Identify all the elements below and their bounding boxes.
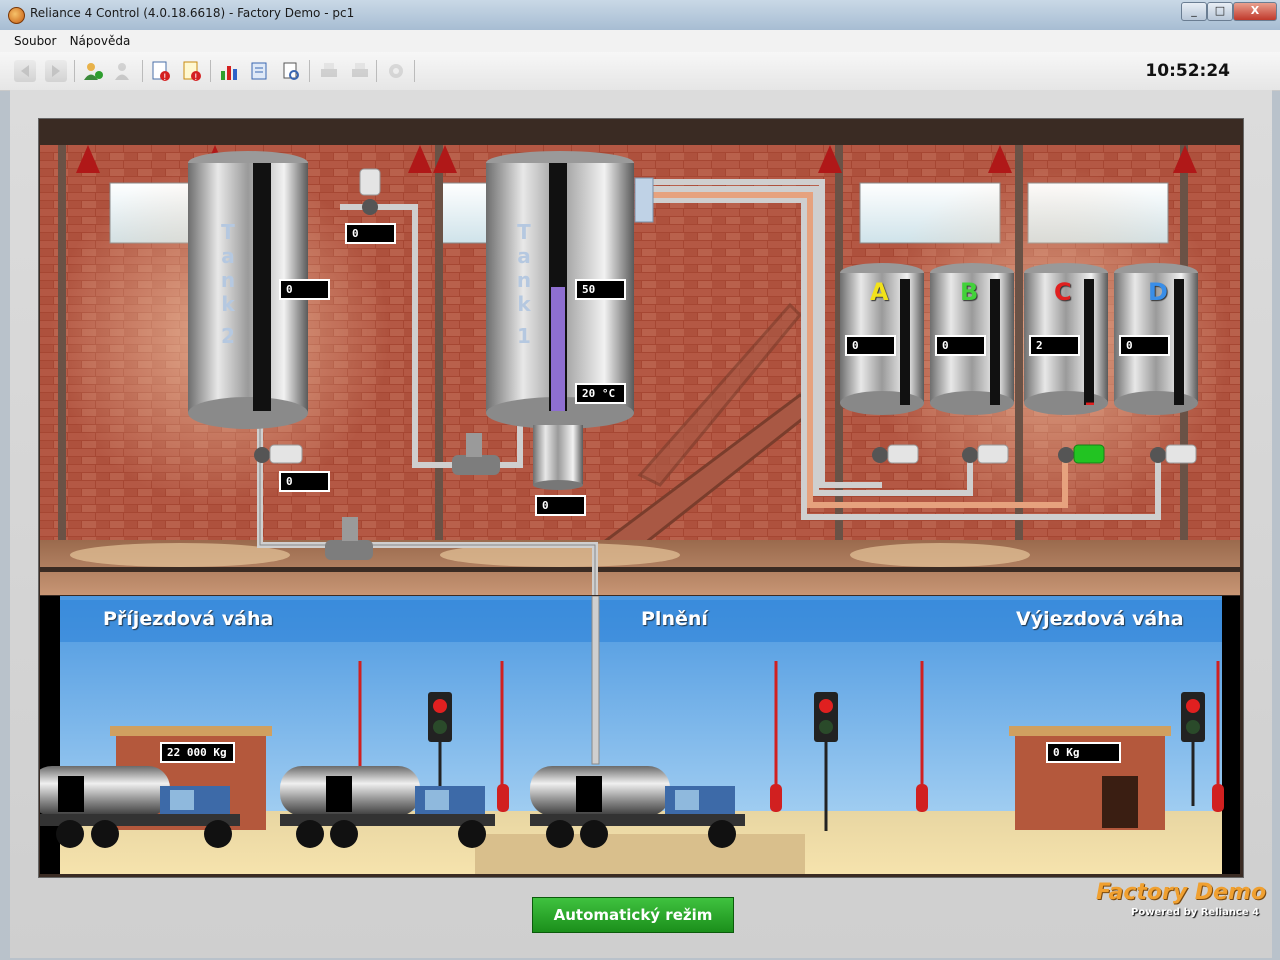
user-login-icon[interactable]: [82, 60, 104, 82]
valve-c[interactable]: [1058, 444, 1105, 464]
tank1-temperature-display: 20 °C: [575, 383, 626, 404]
toolbar-separator: [210, 60, 211, 82]
clock: 10:52:24: [1145, 61, 1230, 81]
tank-b-display: 0: [935, 335, 986, 356]
toolbar-separator: [376, 60, 377, 82]
forward-icon[interactable]: [45, 60, 67, 82]
maximize-button[interactable]: □: [1207, 2, 1233, 21]
print-icon[interactable]: [318, 60, 340, 82]
tank-c-liquid-level: [1086, 402, 1094, 405]
filling-title: Plnění: [641, 608, 708, 630]
tank2-level-display: 0: [279, 279, 330, 300]
report-icon[interactable]: [249, 60, 271, 82]
tank-d-letter: D: [1148, 278, 1168, 306]
automatic-mode-button[interactable]: Automatický režim: [532, 897, 734, 933]
back-icon[interactable]: [14, 60, 36, 82]
svg-text:!: !: [163, 73, 167, 82]
factory-hall: [40, 145, 1240, 595]
menu-napoveda[interactable]: Nápověda: [70, 34, 131, 48]
tank-a-display: 0: [845, 335, 896, 356]
alarm-list-icon[interactable]: !: [150, 60, 172, 83]
print-all-icon[interactable]: [349, 60, 371, 82]
alarm-history-icon[interactable]: !: [181, 60, 203, 83]
tank1-level-display: 50: [575, 279, 626, 300]
tank2-label: Tank2: [220, 220, 236, 348]
menu-bar: Soubor Nápověda: [0, 30, 1280, 52]
tank2-outlet-display: 0: [279, 471, 330, 492]
tank1-liquid-level: [551, 287, 565, 411]
arrival-scale-title: Příjezdová váha: [103, 608, 274, 630]
minimize-button[interactable]: _: [1181, 2, 1207, 21]
valve-a[interactable]: [872, 444, 919, 464]
tank-d-display: 0: [1119, 335, 1170, 356]
valve-b[interactable]: [962, 444, 1009, 464]
filling-pipe: [591, 596, 600, 765]
app-icon: [8, 7, 25, 24]
arrival-weight-display: 22 000 Kg: [160, 742, 235, 763]
valve-tank2-outlet[interactable]: [254, 444, 303, 464]
toolbar: ! ! 10:52:24: [0, 52, 1280, 91]
user-logout-icon[interactable]: [113, 60, 135, 82]
brand-logo: Factory Demo: [1096, 880, 1267, 905]
tank1-heater-display: 0: [535, 495, 586, 516]
tank-b-letter: B: [960, 278, 979, 306]
valve-d[interactable]: [1150, 444, 1197, 464]
toolbar-separator: [309, 60, 310, 82]
toolbar-separator: [414, 60, 415, 82]
departure-scale-title: Výjezdová váha: [1016, 608, 1184, 630]
window-title: Reliance 4 Control (4.0.18.6618) - Facto…: [30, 6, 355, 20]
toolbar-separator: [74, 60, 75, 82]
tank-c-letter: C: [1054, 278, 1072, 306]
tank1-label: Tank1: [516, 220, 532, 348]
menu-soubor[interactable]: Soubor: [14, 34, 56, 48]
trend-chart-icon[interactable]: [218, 60, 240, 82]
truck-yard: [40, 596, 1240, 874]
window-titlebar: Reliance 4 Control (4.0.18.6618) - Facto…: [0, 0, 1280, 31]
close-button[interactable]: X: [1233, 2, 1277, 21]
tank2-inlet-valve-display: 0: [345, 223, 396, 244]
settings-icon[interactable]: [385, 60, 407, 82]
brand-powered: Powered by Reliance 4: [1131, 907, 1260, 918]
svg-text:!: !: [194, 73, 198, 82]
tank-a-letter: A: [870, 278, 889, 306]
toolbar-separator: [142, 60, 143, 82]
valve-tank2-inlet[interactable]: [359, 168, 381, 215]
tank-c-display: 2: [1029, 335, 1080, 356]
departure-weight-display: 0 Kg: [1046, 742, 1121, 763]
print-preview-icon[interactable]: [280, 60, 302, 82]
